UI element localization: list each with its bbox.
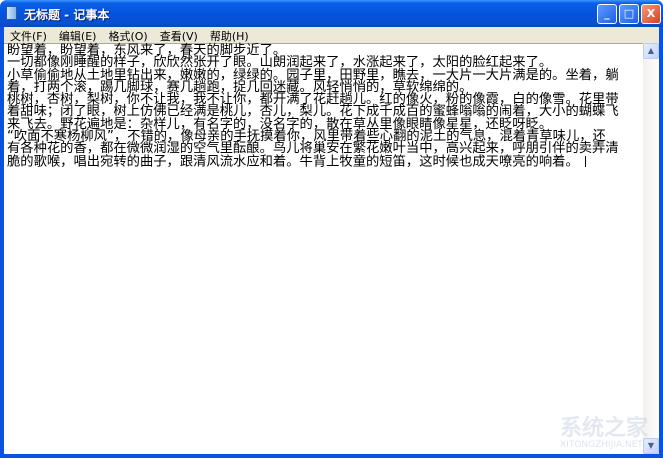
title-bar[interactable]: 无标题 - 记事本 _ □ X (0, 0, 663, 27)
watermark-url: XITONGZHIJIA.NET (560, 440, 643, 450)
scroll-up-arrow-icon[interactable]: ▲ (643, 43, 659, 59)
text-caret (584, 155, 586, 167)
text-editor[interactable]: 盼望着，盼望着，东风来了，春天的脚步近了。 一切都像刚睡醒的样子，欣欣然张开了眼。… (4, 43, 643, 454)
close-button[interactable]: X (641, 4, 661, 24)
menu-bar: 文件(F) 编辑(E) 格式(O) 查看(V) 帮助(H) (4, 27, 659, 43)
text-content[interactable]: 盼望着，盼望着，东风来了，春天的脚步近了。 一切都像刚睡醒的样子，欣欣然张开了眼。… (7, 44, 619, 170)
watermark-logo: 系统之家 (560, 416, 649, 441)
notepad-icon (6, 6, 17, 20)
menu-format[interactable]: 格式(O) (102, 27, 153, 43)
maximize-button[interactable]: □ (619, 4, 639, 24)
menu-help[interactable]: 帮助(H) (204, 27, 255, 43)
notepad-window: 无标题 - 记事本 _ □ X 文件(F) 编辑(E) 格式(O) 查看(V) … (0, 0, 663, 458)
window-title: 无标题 - 记事本 (24, 8, 110, 22)
vertical-scrollbar[interactable]: ▲ ▼ (643, 43, 659, 454)
menu-edit[interactable]: 编辑(E) (53, 27, 103, 43)
minimize-button[interactable]: _ (597, 4, 617, 24)
text-line: 脆的歌喉，唱出宛转的曲子，跟清风流水应和着。牛背上牧童的短笛，这时候也成天嘹亮的… (7, 154, 579, 170)
menu-view[interactable]: 查看(V) (154, 27, 204, 43)
menu-file[interactable]: 文件(F) (4, 27, 53, 43)
